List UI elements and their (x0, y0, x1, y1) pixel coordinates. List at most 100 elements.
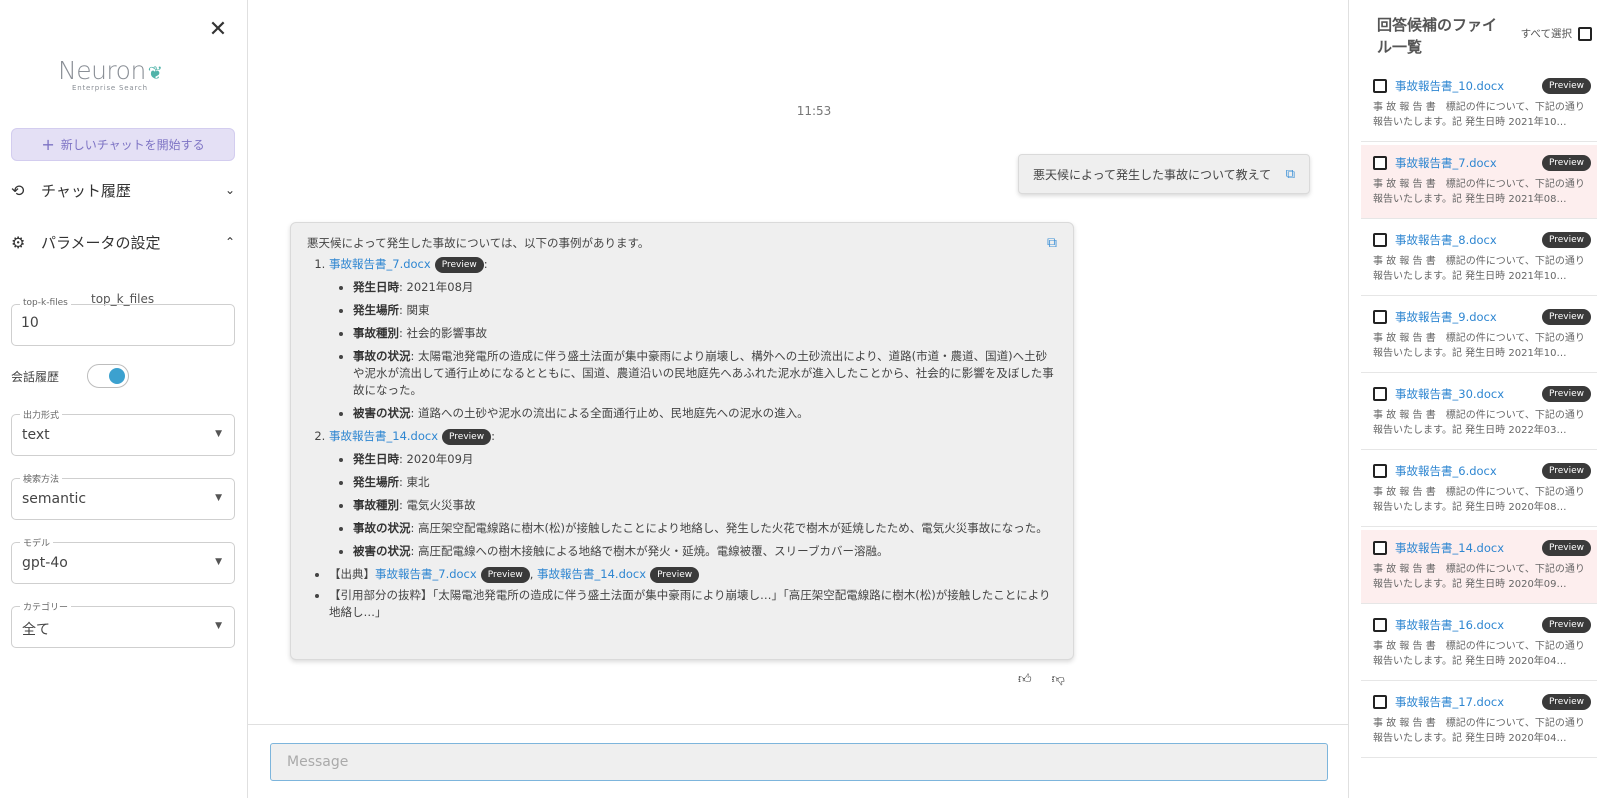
file-snippet: 事 故 報 告 書 標記の件について、下記の通り報告いたします。記 発生日時 2… (1373, 641, 1585, 667)
file-link[interactable]: 事故報告書_7.docx (329, 257, 431, 271)
search-method-select[interactable]: 検索方法 semantic ▼ (11, 472, 235, 520)
file-checkbox[interactable] (1373, 233, 1387, 247)
preview-button[interactable]: Preview (1541, 386, 1591, 402)
detail-text: : 社会的影響事故 (399, 326, 488, 340)
feedback-bar: 👍︎ 👎︎ (1018, 672, 1065, 687)
source-file-link[interactable]: 事故報告書_14.docx (537, 567, 646, 581)
file-item: 事故報告書_14.docx Preview 事 故 報 告 書 標記の件について、下… (1361, 530, 1597, 604)
file-snippet: 事 故 報 告 書 標記の件について、下記の通り報告いたします。記 発生日時 2… (1373, 256, 1585, 282)
topk-input[interactable] (21, 315, 221, 331)
copy-icon[interactable]: ⧉ (1286, 167, 1295, 182)
thumbs-up-icon[interactable]: 👍︎ (1018, 672, 1032, 687)
search-method-legend: 検索方法 (20, 472, 63, 485)
file-snippet: 事 故 報 告 書 標記の件について、下記の通り報告いたします。記 発生日時 2… (1373, 179, 1585, 205)
preview-button[interactable]: Preview (1541, 540, 1591, 556)
file-item: 事故報告書_16.docx Preview 事 故 報 告 書 標記の件について、下… (1361, 607, 1597, 681)
file-name-link[interactable]: 事故報告書_10.docx (1395, 78, 1542, 94)
file-checkbox[interactable] (1373, 387, 1387, 401)
model-value: gpt-4o (22, 555, 68, 571)
params-toggle[interactable]: ⚙ パラメータの設定 ⌃ (11, 228, 235, 256)
dropdown-arrow-icon: ▼ (215, 557, 222, 567)
sprout-icon: ❦ (147, 63, 163, 84)
output-format-legend: 出力形式 (20, 408, 63, 421)
new-chat-button[interactable]: + 新しいチャットを開始する (11, 128, 235, 161)
select-all-checkbox[interactable] (1578, 26, 1592, 41)
detail-text: : 太陽電池発電所の造成に伴う盛土法面が集中豪雨により崩壊し、構外への土砂流出に… (353, 349, 1054, 397)
file-name-link[interactable]: 事故報告書_7.docx (1395, 155, 1542, 171)
preview-button[interactable]: Preview (1541, 463, 1591, 479)
file-snippet: 事 故 報 告 書 標記の件について、下記の通り報告いたします。記 発生日時 2… (1373, 718, 1585, 744)
file-checkbox[interactable] (1373, 464, 1387, 478)
answer-details: 発生日時: 2020年09月発生場所: 東北事故種別: 電気火災事故事故の状況:… (353, 451, 1057, 560)
preview-button[interactable]: Preview (442, 428, 492, 445)
file-checkbox[interactable] (1373, 695, 1387, 709)
file-row: 事故報告書_17.docx Preview (1373, 692, 1591, 712)
user-message: 悪天候によって発生した事故について教えて ⧉ (1018, 154, 1310, 194)
history-toggle-switch[interactable] (87, 364, 129, 388)
detail-label: 発生日時 (353, 452, 399, 466)
file-name-link[interactable]: 事故報告書_30.docx (1395, 386, 1542, 402)
category-select[interactable]: カテゴリー 全て ▼ (11, 600, 235, 648)
bot-message: ⧉ 悪天候によって発生した事故については、以下の事例があります。 事故報告書_7… (290, 222, 1074, 660)
preview-button[interactable]: Preview (1541, 78, 1591, 94)
detail-label: 事故の状況 (353, 349, 411, 363)
detail-text: : 2020年09月 (399, 452, 474, 466)
file-checkbox[interactable] (1373, 79, 1387, 93)
chat-history-label: チャット履歴 (41, 181, 131, 200)
file-checkbox[interactable] (1373, 156, 1387, 170)
detail-label: 発生場所 (353, 475, 399, 489)
user-message-text: 悪天候によって発生した事故について教えて (1033, 167, 1272, 182)
answer-item: 事故報告書_7.docxPreview:発生日時: 2021年08月発生場所: … (329, 256, 1057, 422)
file-item: 事故報告書_10.docx Preview 事 故 報 告 書 標記の件について、下… (1361, 68, 1597, 142)
chat-history-toggle[interactable]: ⟲ チャット履歴 ⌄ (11, 176, 235, 204)
source-prefix: 【出典】 (329, 567, 375, 581)
output-format-value: text (22, 427, 50, 443)
file-link[interactable]: 事故報告書_14.docx (329, 429, 438, 443)
select-all[interactable]: すべて選択 (1521, 26, 1592, 41)
preview-button[interactable]: Preview (1541, 309, 1591, 325)
close-sidebar-button[interactable]: ✕ (206, 18, 230, 42)
preview-button[interactable]: Preview (650, 566, 700, 583)
file-name-link[interactable]: 事故報告書_6.docx (1395, 463, 1542, 479)
copy-icon[interactable]: ⧉ (1047, 235, 1057, 252)
preview-button[interactable]: Preview (1541, 694, 1591, 710)
file-name-link[interactable]: 事故報告書_8.docx (1395, 232, 1542, 248)
detail-label: 発生日時 (353, 280, 399, 294)
dropdown-arrow-icon: ▼ (215, 429, 222, 439)
file-name-link[interactable]: 事故報告書_14.docx (1395, 540, 1542, 556)
preview-button[interactable]: Preview (1541, 617, 1591, 633)
detail-text: : 関東 (399, 303, 430, 317)
output-format-select[interactable]: 出力形式 text ▼ (11, 408, 235, 456)
dropdown-arrow-icon: ▼ (215, 621, 222, 631)
file-checkbox[interactable] (1373, 310, 1387, 324)
preview-button[interactable]: Preview (1541, 155, 1591, 171)
close-icon: ✕ (208, 17, 228, 42)
detail-text: : 2021年08月 (399, 280, 474, 294)
detail-label: 事故種別 (353, 498, 399, 512)
detail-text: : 高圧配電線への樹木接触による地絡で樹木が発火・延焼。電線被覆、スリーブカバー… (410, 544, 889, 558)
file-checkbox[interactable] (1373, 541, 1387, 555)
file-name-link[interactable]: 事故報告書_16.docx (1395, 617, 1542, 633)
file-checkbox[interactable] (1373, 618, 1387, 632)
neuron-logo: Neuron ❦ Enterprise Search (58, 56, 190, 92)
file-item: 事故報告書_30.docx Preview 事 故 報 告 書 標記の件について、下… (1361, 376, 1597, 450)
preview-button[interactable]: Preview (480, 566, 530, 583)
detail-item: 事故種別: 電気火災事故 (353, 497, 1057, 514)
preview-button[interactable]: Preview (1541, 232, 1591, 248)
detail-text: : 東北 (399, 475, 430, 489)
category-legend: カテゴリー (20, 600, 72, 613)
message-input[interactable] (270, 743, 1328, 781)
file-name-link[interactable]: 事故報告書_17.docx (1395, 694, 1542, 710)
plus-icon: + (41, 135, 55, 154)
preview-button[interactable]: Preview (434, 256, 484, 273)
source-file-link[interactable]: 事故報告書_7.docx (375, 567, 477, 581)
model-select[interactable]: モデル gpt-4o ▼ (11, 536, 235, 584)
quote-line: 【引用部分の抜粋】「太陽電池発電所の造成に伴う盛土法面が集中豪雨により崩壊し…」… (329, 587, 1057, 621)
thumbs-down-icon[interactable]: 👎︎ (1052, 672, 1065, 687)
answer-item: 事故報告書_14.docxPreview:発生日時: 2020年09月発生場所:… (329, 428, 1057, 560)
detail-label: 発生場所 (353, 303, 399, 317)
file-name-link[interactable]: 事故報告書_9.docx (1395, 309, 1542, 325)
logo-text: Neuron (58, 56, 146, 85)
detail-item: 事故の状況: 高圧架空配電線路に樹木(松)が接触したことにより地絡し、発生した火… (353, 520, 1057, 537)
file-item: 事故報告書_17.docx Preview 事 故 報 告 書 標記の件について、下… (1361, 684, 1597, 758)
